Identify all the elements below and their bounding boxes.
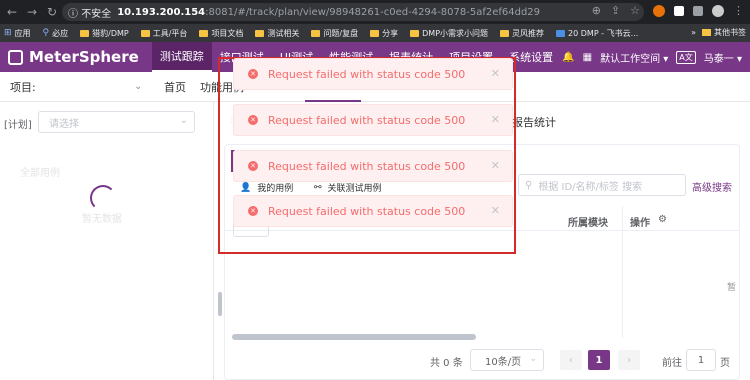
error-toast: ✕ Request failed with status code 500 ✕ [233,150,513,182]
back-icon[interactable]: ← [4,4,20,20]
plan-select[interactable]: 请选择 ⌄ [38,111,195,133]
horizontal-scrollbar[interactable] [232,334,476,340]
caret-down-icon: ▾ [663,53,669,65]
menu-test-track[interactable]: 测试跟踪 [151,42,212,72]
project-selector-label[interactable]: 项目: [10,79,36,95]
other-bookmarks[interactable]: » 其他书签 [691,27,746,38]
search-input[interactable]: ⚲ 根据 ID/名称/标签 搜索 [518,174,686,196]
bookmarks-bar: ⊞ 应用 ⚲ 必应 猎豹/DMP 工具/平台 项目文档 测试相关 问题/复盘 分享 … [0,24,750,42]
caret-down-icon: ▾ [736,53,742,65]
url-host: 10.193.200.154 [117,6,206,18]
chevron-down-icon: ⌄ [529,354,537,364]
bookmark-folder[interactable]: 工具/平台 [140,28,187,39]
error-toast: ✕ Request failed with status code 500 ✕ [233,58,513,90]
user-menu[interactable]: 马泰一 ▾ [704,50,742,65]
close-icon[interactable]: ✕ [491,67,500,80]
security-warning[interactable]: ⓘ 不安全 [68,5,111,20]
close-icon[interactable]: ✕ [491,204,500,217]
bookmark-folder[interactable]: 项目文档 [199,28,243,39]
prev-page-button[interactable]: ‹ [560,350,582,370]
share-icon[interactable]: ⇪ [611,4,620,17]
page-unit: 页 [720,358,730,369]
next-page-button[interactable]: › [618,350,640,370]
chevron-down-icon: ⌄ [179,115,188,126]
chevron-down-icon[interactable]: ⌄ [134,81,142,92]
feishu-icon [556,29,566,37]
chevron-right-icon: » [691,28,696,37]
goto-page-input[interactable]: 1 [686,349,716,371]
loading-spinner [90,185,116,211]
bookmark-folder[interactable]: 分享 [370,28,398,39]
folder-icon [500,29,510,37]
app-logo[interactable]: MeterSphere [8,48,139,66]
bookmark-star-icon[interactable]: ☆ [630,4,640,17]
error-circle-icon: ✕ [248,161,258,171]
bookmark-folder[interactable]: DMP小需求小问题 [410,28,488,39]
bookmark-folder[interactable]: 猎豹/DMP [80,28,129,39]
profile-avatar[interactable] [712,4,724,17]
search-icon: ⚲ [42,28,50,38]
folder-icon [199,29,209,37]
pagination-total: 共 0 条 [430,358,463,369]
logo-cube-icon [8,49,23,65]
reload-icon[interactable]: ↻ [44,4,60,20]
tab-report-stats[interactable]: 报告统计 [512,114,556,130]
error-circle-icon: ✕ [248,69,258,79]
folder-icon [370,29,380,37]
zoom-icon[interactable]: ⊕ [592,4,601,17]
error-toast: ✕ Request failed with status code 500 ✕ [233,104,513,136]
address-bar-icons: ⊕ ⇪ ☆ [592,4,640,17]
url-path: :8081/#/track/plan/view/98948261-c0ed-42… [205,6,541,18]
goto-label: 前往 [662,358,682,369]
more-vert-icon[interactable]: ⋮ [733,4,744,17]
bookmark-folder[interactable]: 测试相关 [255,28,299,39]
ghost-loading-text: 暂无数据 [82,214,122,225]
extensions-bar: ⋮ [653,4,744,17]
empty-text: 暂 [727,283,737,293]
panel-splitter[interactable] [218,292,222,316]
forward-icon[interactable]: → [24,4,40,20]
column-header-ops: 操作 ⚙ [630,214,667,229]
column-header-module: 所属模块 [568,218,608,229]
bookmark-apps[interactable]: ⊞ 应用 [4,28,31,39]
search-icon: ⚲ [525,179,533,191]
error-circle-icon: ✕ [248,206,258,216]
close-icon[interactable]: ✕ [491,159,500,172]
page-size-select[interactable]: 10条/页 ⌄ [470,349,544,371]
bookmark-feishu[interactable]: 20 DMP - 飞书云... [556,28,638,39]
gear-icon[interactable]: ⚙ [658,214,667,229]
folder-icon [702,29,711,36]
error-toast: ✕ Request failed with status code 500 ✕ [233,195,513,227]
folder-icon [140,29,150,37]
workspace-icon: ▦ [582,51,593,63]
bookmark-folder[interactable]: 问题/复盘 [311,28,358,39]
browser-toolbar: ← → ↻ ⓘ 不安全 10.193.200.154 :8081/#/track… [0,0,750,24]
address-bar[interactable]: ⓘ 不安全 10.193.200.154 :8081/#/track/plan/… [62,3,644,21]
nav-home[interactable]: 首页 [164,79,186,95]
pagination: 共 0 条 10条/页 ⌄ ‹ 1 › 前往 1 页 [224,346,740,374]
column-divider [622,206,623,338]
folder-icon [255,29,265,37]
folder-icon [80,29,90,37]
close-icon[interactable]: ✕ [491,113,500,126]
bookmark-bing[interactable]: ⚲ 必应 [43,28,69,39]
sidebar-icon[interactable] [693,5,703,16]
folder-icon [311,29,321,37]
ghost-tree-root: 全部用例 [20,168,60,179]
error-circle-icon: ✕ [248,115,258,125]
current-page-button[interactable]: 1 [588,350,610,370]
advanced-search-link[interactable]: 高级搜索 [692,179,732,194]
notification-bell-icon[interactable]: 🔔 [562,52,574,63]
extension-icon[interactable] [653,4,665,17]
workspace-selector[interactable]: 默认工作空间 ▾ [600,50,668,65]
header-right: 🔔 ▦ 默认工作空间 ▾ A文 马泰一 ▾ [562,42,742,72]
info-icon: ⓘ [68,8,82,20]
plan-label: [计划] [4,120,32,131]
apps-grid-icon: ⊞ [4,28,12,38]
left-panel: [计划] 请选择 ⌄ 全部用例 暂无数据 [0,102,214,380]
puzzle-icon[interactable] [674,5,684,16]
folder-icon [410,29,420,37]
bookmark-folder[interactable]: 灵风推荐 [500,28,544,39]
language-icon[interactable]: A文 [676,50,696,64]
